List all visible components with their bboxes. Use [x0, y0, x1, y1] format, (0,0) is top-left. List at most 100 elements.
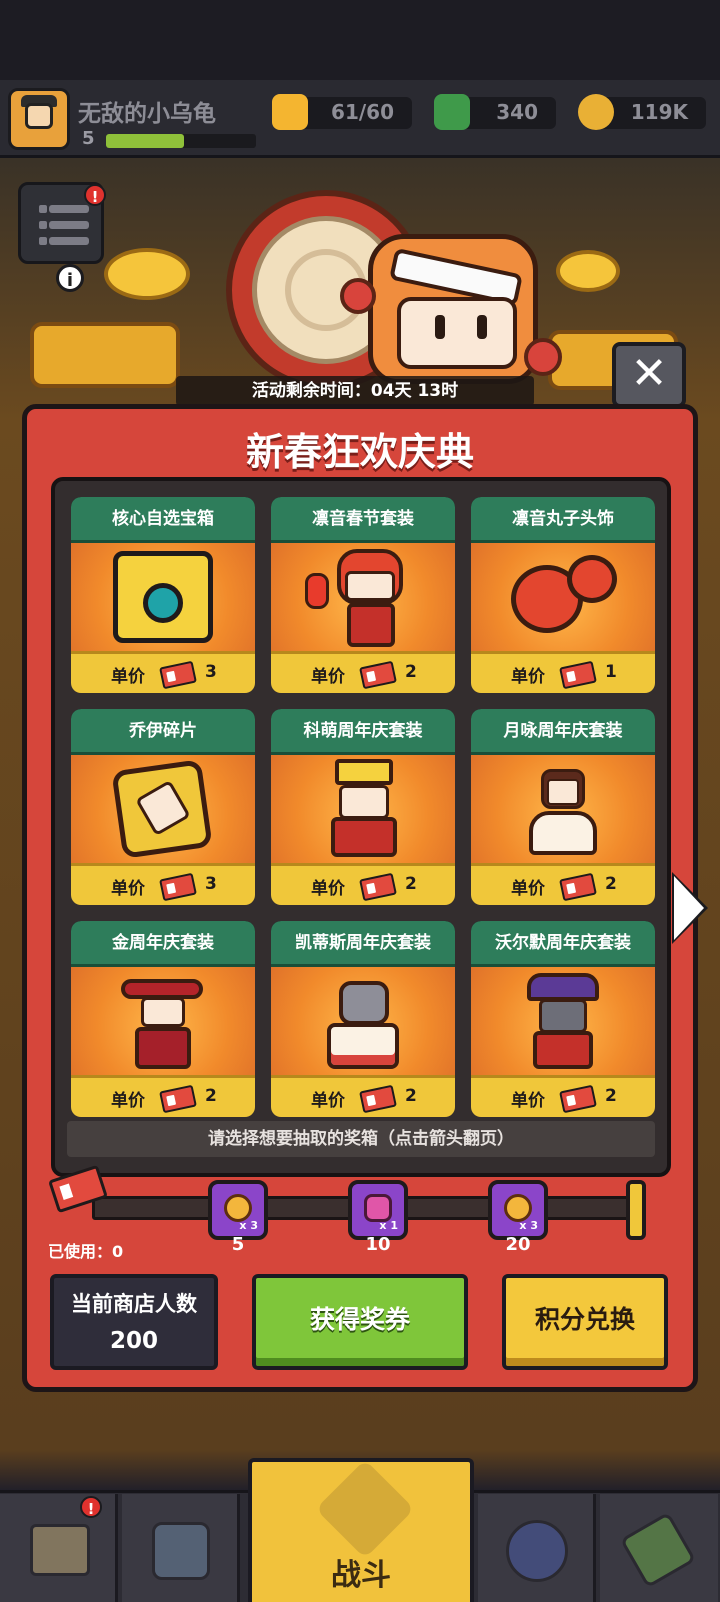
gem-icon [434, 94, 470, 130]
card-price: 2 [405, 874, 417, 894]
card-price: 2 [605, 1086, 617, 1106]
card-price: 3 [205, 662, 217, 682]
nav-alert-badge: ! [80, 1496, 102, 1518]
armor-icon [152, 1522, 210, 1580]
card-price: 2 [405, 662, 417, 682]
kemeng-costume-art [271, 755, 455, 863]
joy-fragment-art [71, 755, 255, 863]
xp-bar [106, 134, 256, 148]
exchange-points-button[interactable]: 积分兑换 [502, 1274, 668, 1370]
key-icon [504, 1194, 532, 1222]
player-name: 无敌的小乌龟 [78, 101, 216, 127]
nav-evolve[interactable] [600, 1494, 718, 1602]
nav-battle[interactable]: 战斗 [248, 1458, 474, 1602]
ticket-icon [159, 660, 197, 690]
drumstick-left [340, 278, 376, 314]
reward-card[interactable]: 核心自选宝箱 单价 3 [71, 497, 255, 693]
get-ticket-button[interactable]: 获得奖券 [252, 1274, 468, 1370]
card-price-bar: 单价 2 [271, 1075, 455, 1117]
card-price: 3 [205, 874, 217, 894]
card-price-bar: 单价 3 [71, 651, 255, 693]
shop-population-value: 200 [109, 1328, 158, 1354]
coin-icon [578, 94, 614, 130]
banner-hero-character [368, 234, 538, 384]
card-title: 凯蒂斯周年庆套装 [271, 921, 455, 967]
milestone-reward-10[interactable]: x 1 [348, 1180, 408, 1240]
milestone-count: 20 [505, 1234, 531, 1255]
card-price-bar: 单价 2 [271, 863, 455, 905]
reward-card[interactable]: 凛音丸子头饰 单价 1 [471, 497, 655, 693]
gold-coin-right [556, 250, 620, 292]
energy-counter[interactable]: 61/60 [300, 97, 412, 129]
woermo-costume-art [471, 967, 655, 1075]
reward-card[interactable]: 凯蒂斯周年庆套装 单价 2 [271, 921, 455, 1117]
card-price: 2 [605, 874, 617, 894]
milestone-count: 10 [365, 1234, 391, 1255]
nav-battle-label: 战斗 [331, 1558, 391, 1593]
card-price-bar: 单价 3 [71, 863, 255, 905]
card-title: 金周年庆套装 [71, 921, 255, 967]
shop-icon [30, 1524, 90, 1576]
core-chest-art [71, 543, 255, 651]
player-avatar[interactable] [8, 88, 70, 150]
milestone-reward-20[interactable]: x 3 [488, 1180, 548, 1240]
ticket-icon [559, 1084, 597, 1114]
battle-star-icon [315, 1459, 415, 1559]
shop-population-box: 当前商店人数 200 [50, 1274, 218, 1370]
ticket-icon [559, 872, 597, 902]
close-button[interactable]: ✕ [612, 342, 686, 408]
card-price: 2 [205, 1086, 217, 1106]
ticket-icon [559, 660, 597, 690]
ticket-icon [359, 1084, 397, 1114]
key-icon [224, 1194, 252, 1222]
reward-grid: 核心自选宝箱 单价 3 凛音春节套装 单价 2 凛音丸子头饰 单价 1 乔伊碎片… [51, 477, 671, 1177]
card-price: 1 [605, 662, 617, 682]
reward-card[interactable]: 月咏周年庆套装 单价 2 [471, 709, 655, 905]
xp-bar-fill [106, 134, 184, 148]
reward-card[interactable]: 金周年庆套装 单价 2 [71, 921, 255, 1117]
reward-card[interactable]: 乔伊碎片 单价 3 [71, 709, 255, 905]
card-price: 2 [405, 1086, 417, 1106]
milestone-reward-5[interactable]: x 3 [208, 1180, 268, 1240]
reward-card[interactable]: 沃尔默周年庆套装 单价 2 [471, 921, 655, 1117]
menu-alert-badge: ! [84, 184, 106, 206]
card-title: 科萌周年庆套装 [271, 709, 455, 755]
card-price-bar: 单价 2 [471, 863, 655, 905]
card-title: 核心自选宝箱 [71, 497, 255, 543]
card-title: 凛音丸子头饰 [471, 497, 655, 543]
ticket-icon [359, 872, 397, 902]
talent-orb-icon [506, 1520, 568, 1582]
event-title: 新春狂欢庆典 [245, 430, 474, 474]
card-price-bar: 单价 2 [471, 1075, 655, 1117]
card-title: 月咏周年庆套装 [471, 709, 655, 755]
card-title: 沃尔默周年庆套装 [471, 921, 655, 967]
reward-card[interactable]: 科萌周年庆套装 单价 2 [271, 709, 455, 905]
lightning-icon [272, 94, 308, 130]
event-timer: 活动剩余时间：04天 13时 [176, 376, 534, 406]
card-title: 凛音春节套装 [271, 497, 455, 543]
avatar-face [25, 103, 53, 129]
gold-coin-left [104, 248, 190, 300]
reward-card[interactable]: 凛音春节套装 单价 2 [271, 497, 455, 693]
heart-chest-icon [364, 1194, 392, 1222]
info-icon[interactable]: i [56, 264, 84, 292]
next-page-arrow-icon[interactable] [674, 876, 704, 940]
ticket-icon [359, 660, 397, 690]
card-price-bar: 单价 1 [471, 651, 655, 693]
milestone-count: 5 [231, 1234, 245, 1255]
shop-population-label: 当前商店人数 [71, 1292, 197, 1316]
milestone-reward-next[interactable] [626, 1180, 646, 1240]
spring-costume-art [271, 543, 455, 651]
kaidisi-costume-art [271, 967, 455, 1075]
dna-icon [619, 1511, 697, 1589]
tickets-used: 已使用：0 [48, 1242, 124, 1261]
yueyong-costume-art [471, 755, 655, 863]
page-hint: 请选择想要抽取的奖箱（点击箭头翻页） [67, 1121, 655, 1157]
ticket-icon [159, 1084, 197, 1114]
gold-ornament-left [30, 322, 180, 388]
nav-equipment[interactable] [122, 1494, 240, 1602]
ticket-icon [159, 872, 197, 902]
drumstick-right [524, 338, 562, 376]
card-price-bar: 单价 2 [71, 1075, 255, 1117]
nav-talent[interactable] [478, 1494, 596, 1602]
